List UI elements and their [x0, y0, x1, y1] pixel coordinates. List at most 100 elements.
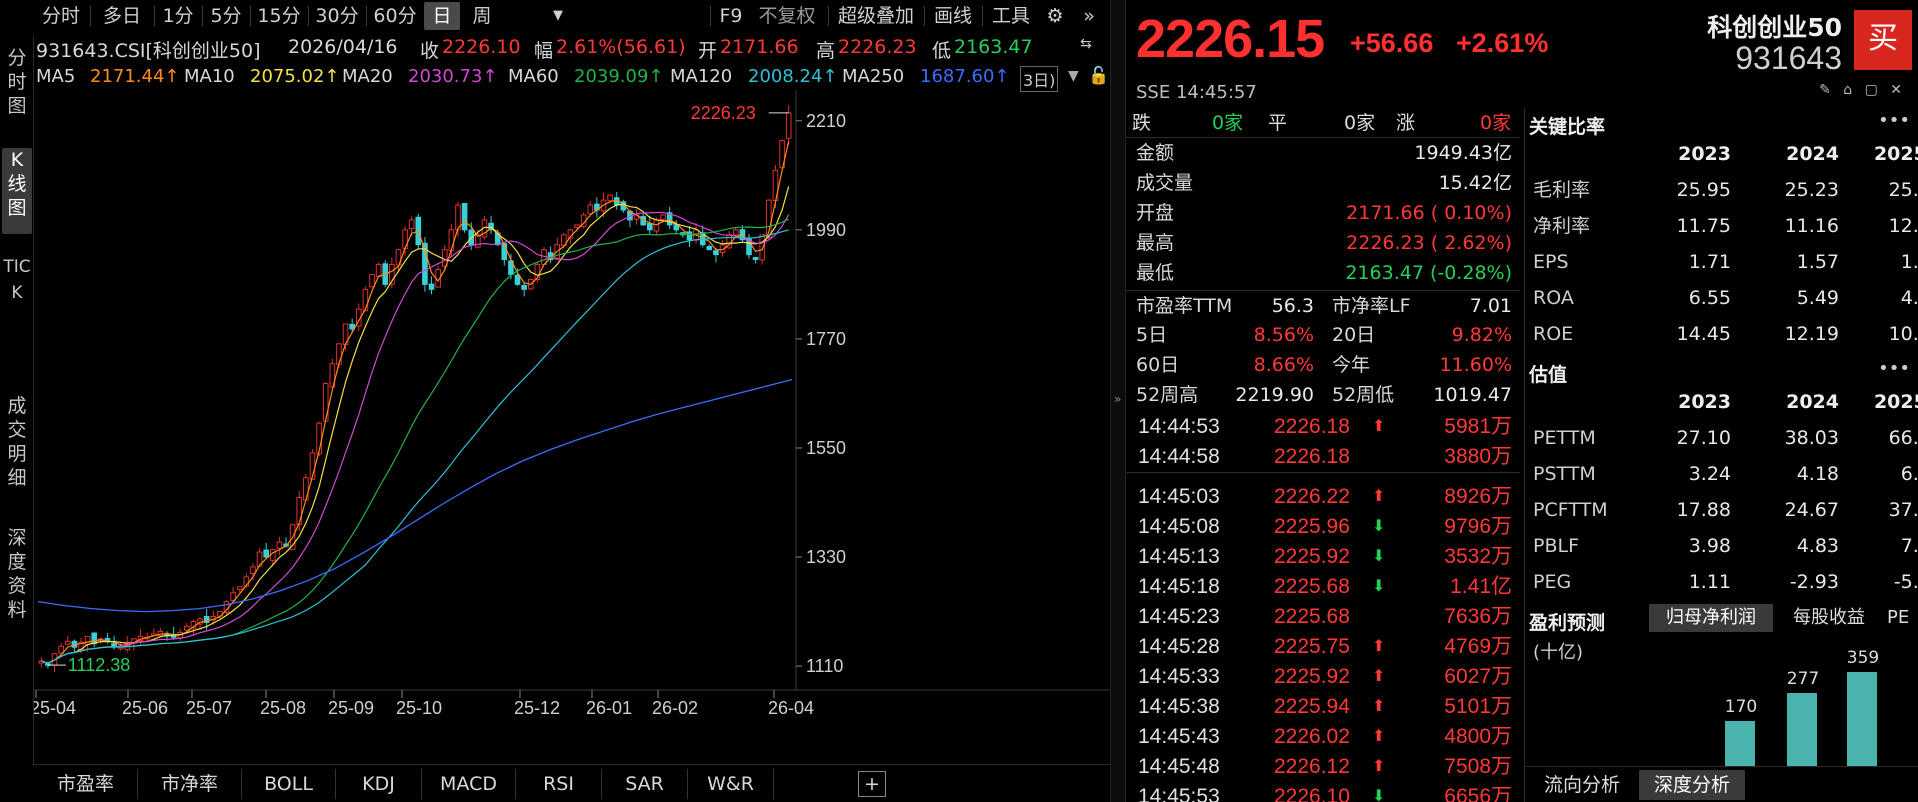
tick-volume: 5101万 [1444, 695, 1512, 718]
add-indicator-icon[interactable]: + [858, 771, 886, 797]
ma250-label: MA250 [842, 66, 905, 87]
indicator-tab-rsi[interactable]: RSI [516, 769, 602, 799]
valuation-label: PCFTTM [1533, 499, 1608, 521]
period-tab-15min[interactable]: 15分 [254, 2, 304, 30]
ma-period-selector[interactable]: 3日) [1020, 66, 1059, 92]
expand-chevron-icon[interactable]: » [1074, 2, 1104, 30]
valuation-label: PSTTM [1533, 463, 1596, 485]
candle-body [752, 256, 759, 261]
tick-time: 14:44:53 [1138, 415, 1220, 438]
buy-button[interactable]: 买 [1854, 10, 1912, 70]
stat-row: 成交量 15.42亿 [1126, 168, 1520, 198]
forecast-tab-pe[interactable]: PE [1887, 604, 1917, 632]
indicator-tab-pb[interactable]: 市净率 [138, 769, 242, 799]
tick-price: 2225.94 [1274, 695, 1350, 718]
tick-volume: 9796万 [1444, 515, 1512, 538]
period-tab-week[interactable]: 周 [464, 2, 500, 30]
breadth-up: 0家 [1480, 112, 1512, 134]
settings-gear-icon[interactable]: ⚙ [1040, 2, 1070, 30]
lock-icon[interactable]: 🔓 [1088, 66, 1109, 86]
candle-body [303, 477, 309, 501]
draw-line-button[interactable]: 画线 [928, 2, 978, 30]
more-dots-icon[interactable]: ••• [1878, 358, 1910, 379]
indicator-tab-boll[interactable]: BOLL [242, 769, 336, 799]
valuation-value: 38.03 [1784, 427, 1839, 449]
candle-body [375, 264, 382, 278]
f9-button[interactable]: F9 [716, 2, 746, 30]
valuation-row: PEG 1.11 -2.93 -5.32 [1525, 564, 1918, 600]
tick-volume: 3532万 [1444, 545, 1512, 568]
indicator-tab-macd[interactable]: MACD [422, 769, 516, 799]
tools-button[interactable]: 工具 [986, 2, 1036, 30]
period-tab-5min[interactable]: 5分 [206, 2, 246, 30]
index-code: 931643.CSI[科创创业50] [36, 40, 261, 62]
ratios-value: 14.45 [1676, 323, 1731, 345]
period-tab-30min[interactable]: 30分 [312, 2, 362, 30]
swap-arrows-icon[interactable]: ⇆ [1080, 36, 1092, 52]
period-tab-1min[interactable]: 1分 [158, 2, 198, 30]
kline-info-bar: 931643.CSI[科创创业50] 2026/04/16 收 2226.10 … [34, 34, 1110, 62]
ma-dropdown-icon[interactable]: ▼ [1068, 68, 1079, 84]
tab-depth-analysis[interactable]: 深度分析 [1639, 770, 1745, 800]
valuation-row: PSTTM 3.24 4.18 6.70 [1525, 456, 1918, 492]
metric-label: 市盈率TTM [1136, 295, 1233, 317]
index-name: 科创创业50 [1707, 13, 1842, 42]
window-controls-icons[interactable]: ✎ ⌂ ▢ ✕ [1819, 82, 1906, 98]
indicator-tab-wr[interactable]: W&R [688, 769, 774, 799]
period-tab-60min[interactable]: 60分 [370, 2, 420, 30]
tick-volume: 8926万 [1444, 485, 1512, 508]
forecast-unit: (十亿) [1533, 642, 1584, 663]
year-header: 2023 [1678, 391, 1731, 413]
valuation-value: 37.22 [1888, 499, 1918, 521]
ratios-value: 25.95 [1676, 179, 1731, 201]
indicator-tab-pe[interactable]: 市盈率 [34, 769, 138, 799]
metric-value: 7.01 [1469, 295, 1512, 317]
overlay-button[interactable]: 超级叠加 [832, 2, 920, 30]
collapse-chevron-icon[interactable]: » [1114, 392, 1121, 406]
valuation-row: PBLF 3.98 4.83 7.09 [1525, 528, 1918, 564]
tick-price: 2226.18 [1274, 415, 1350, 438]
candle-body [607, 194, 613, 202]
tick-time: 14:45:08 [1138, 515, 1220, 538]
arrow-up-icon: ⬆ [1372, 668, 1386, 685]
arrow-up-icon: ⬆ [1372, 488, 1386, 505]
high-label: 高 [816, 40, 836, 62]
valuation-value: 3.98 [1688, 535, 1731, 557]
tab-tick[interactable]: TICK [2, 254, 32, 384]
period-tab-day[interactable]: 日 [424, 2, 460, 30]
tab-kline-chart[interactable]: K线图 [2, 148, 32, 234]
arrow-up-icon: ⬆ [1372, 728, 1386, 745]
kline-chart[interactable]: 2210 1990 1770 1550 1330 1110 25-04 25-06 25-07 2… [34, 90, 1110, 726]
tick-row: 14:45:13 2225.92 ⬇ 3532万 [1126, 542, 1520, 571]
no-adjust-button[interactable]: 不复权 [750, 2, 824, 30]
period-tab-fenshi[interactable]: 分时 [36, 2, 86, 30]
forecast-tab-eps[interactable]: 每股收益 [1779, 604, 1879, 632]
ratios-row: ROE 14.45 12.19 10.57 [1525, 316, 1918, 352]
tab-flow-analysis[interactable]: 流向分析 [1529, 770, 1635, 800]
panel-splitter[interactable]: » [1110, 0, 1126, 802]
stat-row: 开盘 2171.66 ( 0.10%) [1126, 198, 1520, 228]
candle-body [713, 250, 719, 256]
candle-body [785, 112, 792, 139]
forecast-tab-netprofit[interactable]: 归母净利润 [1649, 604, 1773, 632]
ratios-row: ROA 6.55 5.49 4.74 [1525, 280, 1918, 316]
indicator-tab-sar[interactable]: SAR [602, 769, 688, 799]
tab-trade-details[interactable]: 成交明细 [2, 394, 32, 514]
stat-row: 金额 1949.43亿 [1126, 138, 1520, 168]
tick-volume: 1.41亿 [1450, 575, 1512, 598]
arrow-down-icon: ⬇ [1372, 788, 1386, 802]
forecast-bar [1787, 693, 1817, 766]
tab-timeshare-chart[interactable]: 分时图 [2, 46, 32, 128]
breadth-down: 0家 [1212, 112, 1244, 134]
arrow-down-icon: ⬇ [1372, 518, 1386, 535]
quote-details-panel: 跌 0家平 0家涨 0家 金额 1949.43亿 成交量 15.42亿 开盘 2171.66 ( … [1126, 108, 1520, 802]
period-tab-multiday[interactable]: 多日 [94, 2, 150, 30]
period-dropdown-icon[interactable]: ▼ [548, 2, 568, 30]
more-dots-icon[interactable]: ••• [1878, 110, 1910, 131]
ma60-label: MA60 [508, 66, 559, 87]
tick-price: 2225.92 [1274, 665, 1350, 688]
indicator-tab-kdj[interactable]: KDJ [336, 769, 422, 799]
tick-row: 14:45:38 2225.94 ⬆ 5101万 [1126, 692, 1520, 721]
ma-line-4 [41, 229, 789, 664]
tab-depth-info[interactable]: 深度资料 [2, 526, 32, 646]
